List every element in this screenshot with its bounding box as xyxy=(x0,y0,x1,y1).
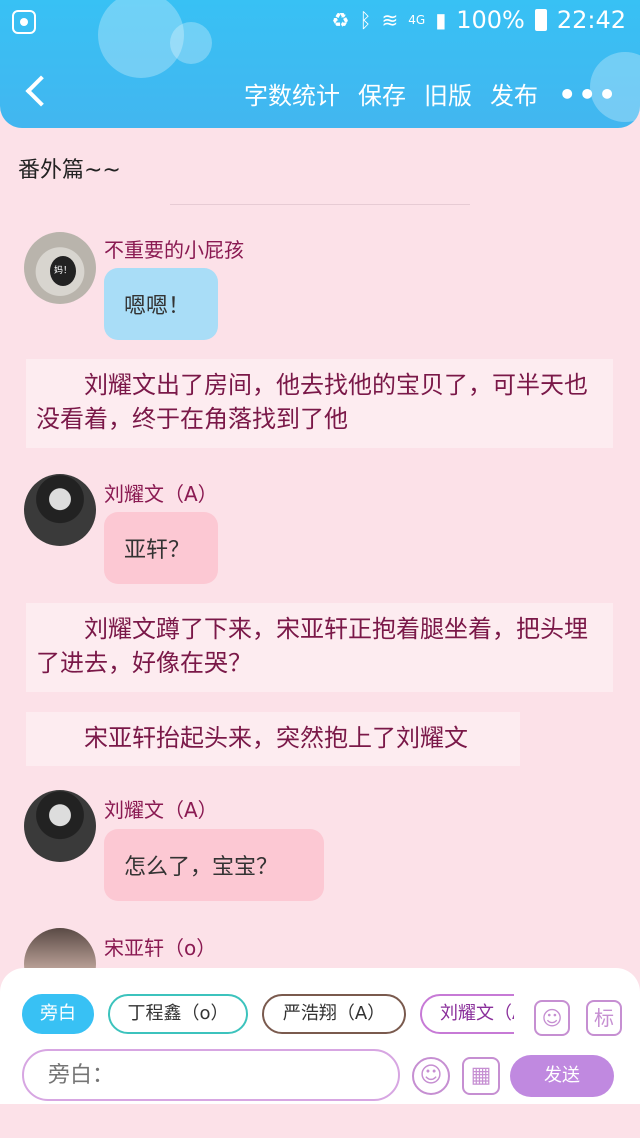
role-chip-narration[interactable]: 旁白 xyxy=(22,994,94,1034)
status-bar: ♻ ᛒ ≋ 4G ▮ 100% 22:42 xyxy=(0,0,640,44)
word-count-button[interactable]: 字数统计 xyxy=(244,76,340,111)
bottom-strip xyxy=(0,1104,640,1138)
status-indicators: ♻ ᛒ ≋ 4G ▮ 100% 22:42 xyxy=(332,6,626,34)
top-header: ♻ ᛒ ≋ 4G ▮ 100% 22:42 字数统计 保存 旧版 发布 ••• xyxy=(0,0,640,128)
battery-percent: 100% xyxy=(456,6,525,34)
avatar-caption: 妈！ xyxy=(50,256,76,286)
chat-bubble[interactable]: 怎么了，宝宝？ xyxy=(104,829,324,901)
send-button[interactable]: 发送 xyxy=(510,1055,614,1097)
more-icon[interactable]: ••• xyxy=(558,78,618,111)
sender-name: 不重要的小屁孩 xyxy=(104,238,244,262)
role-chip[interactable]: 刘耀文（A） xyxy=(420,994,514,1034)
nav-bar: 字数统计 保存 旧版 发布 ••• xyxy=(0,70,640,120)
sender-name: 宋亚轩（o） xyxy=(104,936,217,960)
role-chip[interactable]: 丁程鑫（o） xyxy=(108,994,248,1034)
publish-button[interactable]: 发布 xyxy=(490,76,538,111)
message-input[interactable] xyxy=(22,1049,400,1101)
sender-name: 刘耀文（A） xyxy=(104,798,218,822)
chat-bubble[interactable]: 嗯嗯！ xyxy=(104,268,218,340)
role-chip[interactable]: 严浩翔（A） xyxy=(262,994,406,1034)
battery-icon xyxy=(534,9,547,31)
narration-block[interactable]: 刘耀文蹲了下来，宋亚轩正抱着腿坐着，把头埋了进去，好像在哭？ xyxy=(26,603,613,692)
role-chips: 旁白 丁程鑫（o） 严浩翔（A） 刘耀文（A） xyxy=(22,994,514,1036)
label-button[interactable]: 标 xyxy=(586,1000,622,1036)
nav-actions: 字数统计 保存 旧版 发布 xyxy=(244,76,538,111)
app-notification-icon xyxy=(12,10,36,34)
role-manage-icon[interactable]: ☺ xyxy=(534,1000,570,1036)
chat-bubble[interactable]: 亚轩？ xyxy=(104,512,218,584)
avatar[interactable]: 妈！ xyxy=(24,232,96,304)
divider xyxy=(170,204,470,205)
avatar[interactable] xyxy=(24,790,96,862)
save-button[interactable]: 保存 xyxy=(358,76,406,111)
recycle-icon: ♻ xyxy=(331,8,350,32)
narration-block[interactable]: 宋亚轩抬起头来，突然抱上了刘耀文 xyxy=(26,712,520,766)
wifi-icon: ≋ xyxy=(381,8,399,32)
chapter-title[interactable]: 番外篇~~ xyxy=(18,152,121,184)
avatar[interactable] xyxy=(24,474,96,546)
image-icon[interactable]: ▦ xyxy=(462,1057,500,1095)
old-version-button[interactable]: 旧版 xyxy=(424,76,472,111)
sender-name: 刘耀文（A） xyxy=(104,482,218,506)
clock: 22:42 xyxy=(556,6,626,34)
bluetooth-icon: ᛒ xyxy=(359,8,372,32)
emoji-icon[interactable]: ☺ xyxy=(412,1057,450,1095)
network-label: 4G xyxy=(408,13,426,27)
signal-icon: ▮ xyxy=(435,8,447,32)
narration-block[interactable]: 刘耀文出了房间，他去找他的宝贝了，可半天也没看着，终于在角落找到了他 xyxy=(26,359,613,448)
back-icon[interactable] xyxy=(20,76,52,108)
